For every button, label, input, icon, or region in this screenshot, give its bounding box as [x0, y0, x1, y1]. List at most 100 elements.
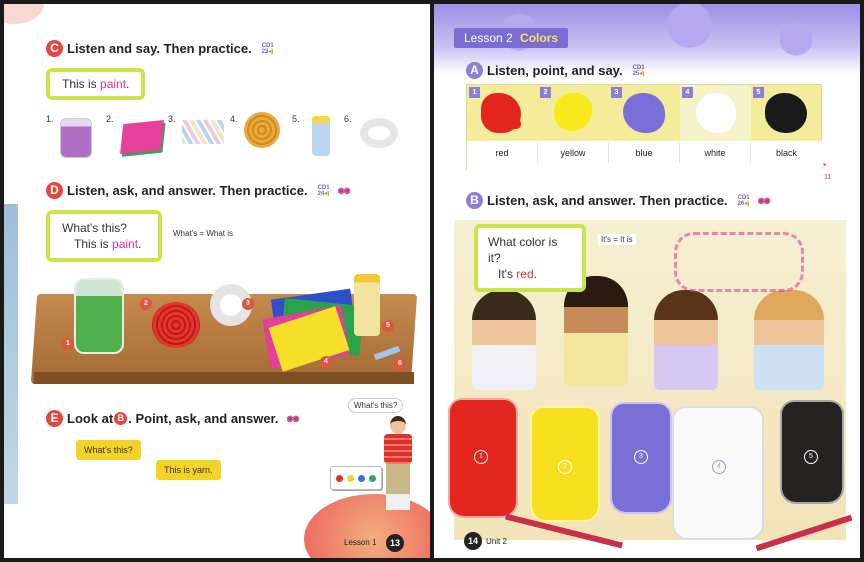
- jar-number-3: 3: [634, 450, 648, 464]
- jar-number-2: 2: [558, 460, 572, 474]
- footer-page-number: 13: [386, 534, 404, 552]
- model-suffix: .: [126, 77, 130, 91]
- left-page: C Listen and say. Then practice. CD1 23◂)…: [4, 4, 430, 558]
- section-d-title-text: Listen, ask, and answer. Then practice.: [67, 183, 308, 198]
- left-edge-decoration: [4, 204, 18, 504]
- cd-track-icon[interactable]: CD1 24◂): [318, 185, 330, 197]
- classroom-table-scene: [30, 264, 418, 404]
- contraction-note: It's = It is: [598, 234, 636, 245]
- scene-number-3: 3: [242, 298, 254, 310]
- section-b-title: B Listen, ask, and answer. Then practice…: [466, 192, 771, 209]
- lesson-label: Lesson 2: [464, 31, 513, 45]
- item-number-6: 6.: [344, 114, 352, 124]
- cd-track-icon[interactable]: CD1 25◂): [633, 65, 645, 77]
- right-page: Lesson 2 Colors A Listen, point, and say…: [434, 4, 860, 558]
- model-answer-suffix: .: [533, 267, 537, 281]
- color-label-yellow: yellow: [538, 143, 609, 163]
- color-strip: 1 2 3 4 5 red yellow blue white black: [466, 84, 823, 171]
- model-answer-suffix: .: [138, 237, 142, 251]
- cd-track-icon[interactable]: CD1 26◂): [738, 195, 750, 207]
- item-number-2: 2.: [106, 114, 114, 124]
- child-1: [472, 290, 536, 390]
- paint-jar-image: [60, 118, 92, 158]
- scene-number-5: 5: [382, 320, 394, 332]
- top-left-swirl: [4, 4, 44, 24]
- jar-number-4: 4: [712, 460, 726, 474]
- glue-bottle: [354, 274, 380, 336]
- table-front-edge: [34, 372, 414, 384]
- section-e-title-prefix: Look at: [67, 411, 114, 426]
- blue-paint-splat: [623, 93, 665, 133]
- section-a-title-text: Listen, point, and say.: [487, 63, 623, 78]
- red-paint-splat: [481, 93, 521, 133]
- item-number-4: 4.: [230, 114, 238, 124]
- section-d-letter: D: [46, 182, 63, 199]
- speech-bubble-question: What's this?: [76, 440, 141, 460]
- cd-track-icon[interactable]: CD1 23◂): [262, 43, 274, 55]
- child-3: [654, 290, 718, 390]
- model-word: paint: [100, 77, 127, 91]
- color-cell-white: 4: [680, 85, 751, 141]
- paint-palette-illustration: [330, 466, 382, 490]
- red-yarn-ball: [152, 302, 200, 348]
- color-number: 1: [469, 87, 480, 98]
- color-number: 4: [682, 87, 693, 98]
- color-cell-blue: 3: [609, 85, 680, 141]
- item-number-3: 3.: [168, 114, 176, 124]
- color-label-row: red yellow blue white black: [467, 141, 823, 171]
- color-cell-yellow: 2: [538, 85, 609, 141]
- scene-number-4: 4: [320, 356, 332, 368]
- section-a-letter: A: [466, 62, 483, 79]
- section-c-title: C Listen and say. Then practice. CD1 23◂): [46, 40, 274, 57]
- section-d-title: D Listen, ask, and answer. Then practice…: [46, 182, 351, 199]
- section-c-title-text: Listen and say. Then practice.: [67, 41, 252, 56]
- pair-work-icon: ◉◉: [286, 414, 300, 423]
- model-answer-word: paint: [112, 237, 139, 251]
- section-d-model-box: What's this? This is paint.: [46, 210, 162, 262]
- yellow-paint-splat: [554, 93, 592, 131]
- footer-lesson-label: Lesson 1: [344, 538, 377, 547]
- color-number: 2: [540, 87, 551, 98]
- section-ref-letter: B: [114, 412, 128, 425]
- model-answer-prefix: This is: [74, 237, 113, 251]
- white-paint-splat: [696, 93, 736, 133]
- child-2: [564, 276, 628, 386]
- color-label-blue: blue: [609, 143, 680, 163]
- jar-number-5: 5: [804, 450, 818, 464]
- color-number: 3: [611, 87, 622, 98]
- model-prefix: This is: [62, 77, 101, 91]
- section-e-title-suffix: . Point, ask, and answer.: [128, 411, 279, 426]
- section-a-title: A Listen, point, and say. CD1 25◂): [466, 62, 645, 79]
- glue-bottle-image: [312, 116, 330, 156]
- lesson-topic: Colors: [520, 31, 559, 45]
- black-paint-splat: [765, 93, 807, 133]
- color-cell-red: 1: [467, 85, 538, 141]
- contraction-note: What's = What is: [170, 228, 236, 239]
- scene-number-6: 6: [394, 358, 406, 370]
- colored-paper-stack: [260, 288, 365, 372]
- wall-painting: [674, 232, 804, 292]
- color-number: 5: [753, 87, 764, 98]
- side-number: 11: [824, 174, 832, 181]
- child-4: [754, 290, 824, 390]
- model-answer-word: red: [516, 267, 534, 281]
- item-number-5: 5.: [292, 114, 300, 124]
- scene-number-1: 1: [62, 338, 74, 350]
- section-e-letter: E: [46, 410, 63, 427]
- pair-work-icon: ◉◉: [337, 186, 351, 195]
- model-question: What's this?: [62, 221, 127, 235]
- section-b-letter: B: [466, 192, 483, 209]
- scene-number-2: 2: [140, 298, 152, 310]
- jar-number-1: 1: [474, 450, 488, 464]
- chalk-image: [182, 120, 224, 144]
- yarn-ball-image: [244, 112, 280, 148]
- pair-work-icon: ◉◉: [757, 196, 771, 205]
- model-answer-prefix: It's: [498, 267, 517, 281]
- lesson-header-tab: Lesson 2 Colors: [454, 28, 569, 48]
- tape-roll-image: [360, 118, 398, 148]
- color-label-black: black: [775, 148, 797, 158]
- footer-unit-label: Unit 2: [486, 537, 507, 546]
- color-label-red: red: [467, 143, 538, 163]
- color-cell-black: 5: [751, 85, 822, 141]
- model-question: What color is it?: [488, 235, 558, 265]
